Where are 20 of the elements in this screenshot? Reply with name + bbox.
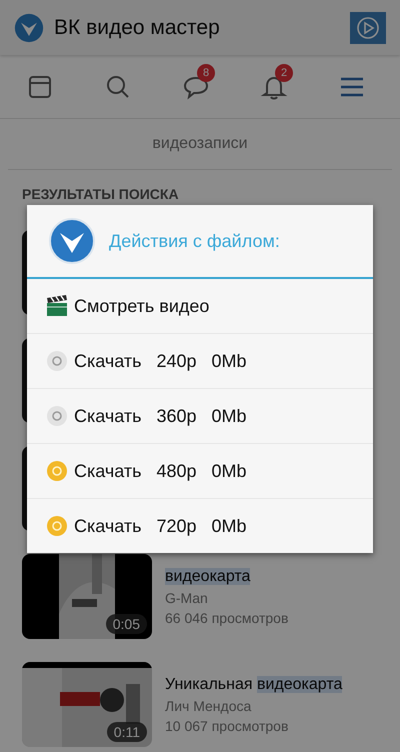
view-count: 66 046 просмотров [165,610,288,626]
count-badge: 2 [275,64,293,82]
download-item[interactable]: Скачать 240p 0Mb [27,334,373,389]
dialog-title: Действия с файлом: [109,230,280,252]
video-author: G-Man [165,590,209,606]
app-title: ВК видео мастер [54,16,221,40]
video-title[interactable]: Уникальная видеокарта [165,676,342,694]
download-item[interactable]: Скачать 720p 0Mb [27,499,373,553]
notice-text: видеозаписи [152,135,248,153]
download-item[interactable]: Скачать 360p 0Mb [27,389,373,444]
view-count: 10 067 просмотров [165,718,290,734]
count-badge: 8 [197,64,215,82]
logo-icon [48,217,96,265]
video-author: Лич Мендоса [165,698,252,714]
download-item[interactable]: Скачать 480p 0Mb [27,444,373,499]
logo-icon [14,12,44,42]
play-icon[interactable] [350,12,386,44]
section-title: РЕЗУЛЬТАТЫ ПОИСКА [21,185,180,204]
clapperboard-icon [46,295,68,317]
watch-video-item[interactable]: Смотреть видео [27,279,373,334]
